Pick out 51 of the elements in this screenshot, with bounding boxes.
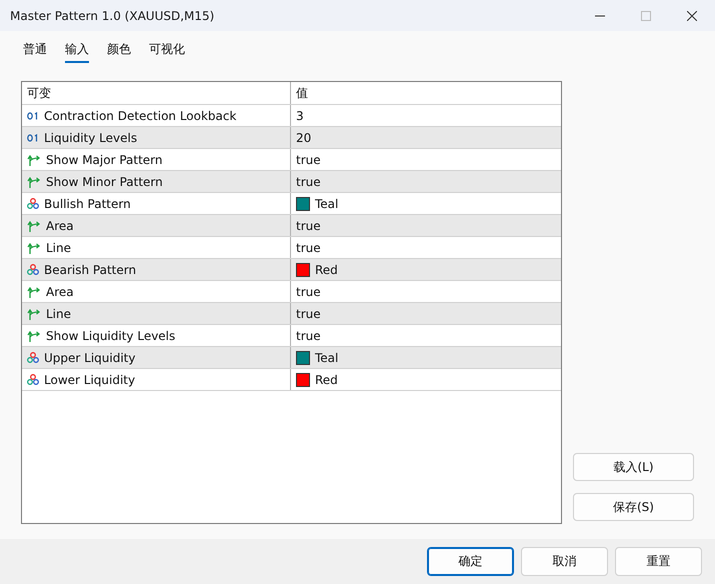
parameter-value[interactable]: true	[296, 284, 321, 298]
parameter-name: Line	[46, 240, 72, 254]
parameter-name: Bearish Pattern	[44, 262, 136, 276]
branch-arrow-icon	[27, 152, 41, 166]
parameter-value[interactable]: 20	[296, 130, 312, 144]
tab[interactable]: 颜色	[107, 41, 131, 63]
dialog-button[interactable]: 取消	[521, 547, 608, 576]
parameter-value[interactable]: true	[296, 306, 321, 320]
branch-arrow-icon	[27, 174, 41, 188]
parameter-name: Lower Liquidity	[44, 372, 136, 386]
parameter-name: Liquidity Levels	[44, 130, 138, 144]
parameter-name: Show Liquidity Levels	[46, 328, 176, 342]
parameter-value[interactable]: Red	[315, 262, 338, 276]
parameter-value[interactable]: true	[296, 152, 321, 166]
parameter-value[interactable]: true	[296, 174, 321, 188]
color-circles-icon	[27, 264, 39, 275]
parameter-name: Bullish Pattern	[44, 196, 131, 210]
color-circles-icon	[27, 198, 39, 209]
dialog-button[interactable]: 确定	[427, 547, 514, 576]
number-icon	[27, 134, 39, 142]
save-button[interactable]: 保存(S)	[573, 493, 694, 521]
branch-arrow-icon	[27, 306, 41, 320]
tab[interactable]: 普通	[23, 41, 47, 63]
branch-arrow-icon	[27, 240, 41, 254]
parameter-value[interactable]: true	[296, 218, 321, 232]
parameter-name: Area	[46, 218, 74, 232]
parameter-name: Upper Liquidity	[44, 350, 136, 364]
parameter-value[interactable]: true	[296, 240, 321, 254]
parameter-value[interactable]: 3	[296, 108, 304, 122]
color-circles-icon	[27, 374, 39, 385]
number-icon	[27, 112, 39, 120]
parameter-name: Area	[46, 284, 74, 298]
parameter-value[interactable]: Teal	[315, 196, 338, 210]
parameter-value[interactable]: true	[296, 328, 321, 342]
color-circles-icon	[27, 352, 39, 363]
window-title: Master Pattern 1.0 (XAUUSD,M15)	[10, 8, 216, 22]
tab[interactable]: 可视化	[149, 41, 185, 63]
branch-arrow-icon	[27, 284, 41, 298]
load-button[interactable]: 载入(L)	[573, 453, 694, 481]
tab[interactable]: 输入	[65, 41, 89, 63]
parameter-name: Show Minor Pattern	[46, 174, 163, 188]
parameter-name: Show Major Pattern	[46, 152, 162, 166]
dialog-button[interactable]: 重置	[615, 547, 702, 576]
branch-arrow-icon	[27, 328, 41, 342]
branch-arrow-icon	[27, 218, 41, 232]
parameter-name: Contraction Detection Lookback	[44, 108, 236, 122]
parameter-value[interactable]: Teal	[315, 350, 338, 364]
parameter-name: Line	[46, 306, 72, 320]
column-header: 值	[295, 84, 309, 102]
column-header: 可变	[22, 82, 291, 104]
parameter-value[interactable]: Red	[315, 372, 338, 386]
